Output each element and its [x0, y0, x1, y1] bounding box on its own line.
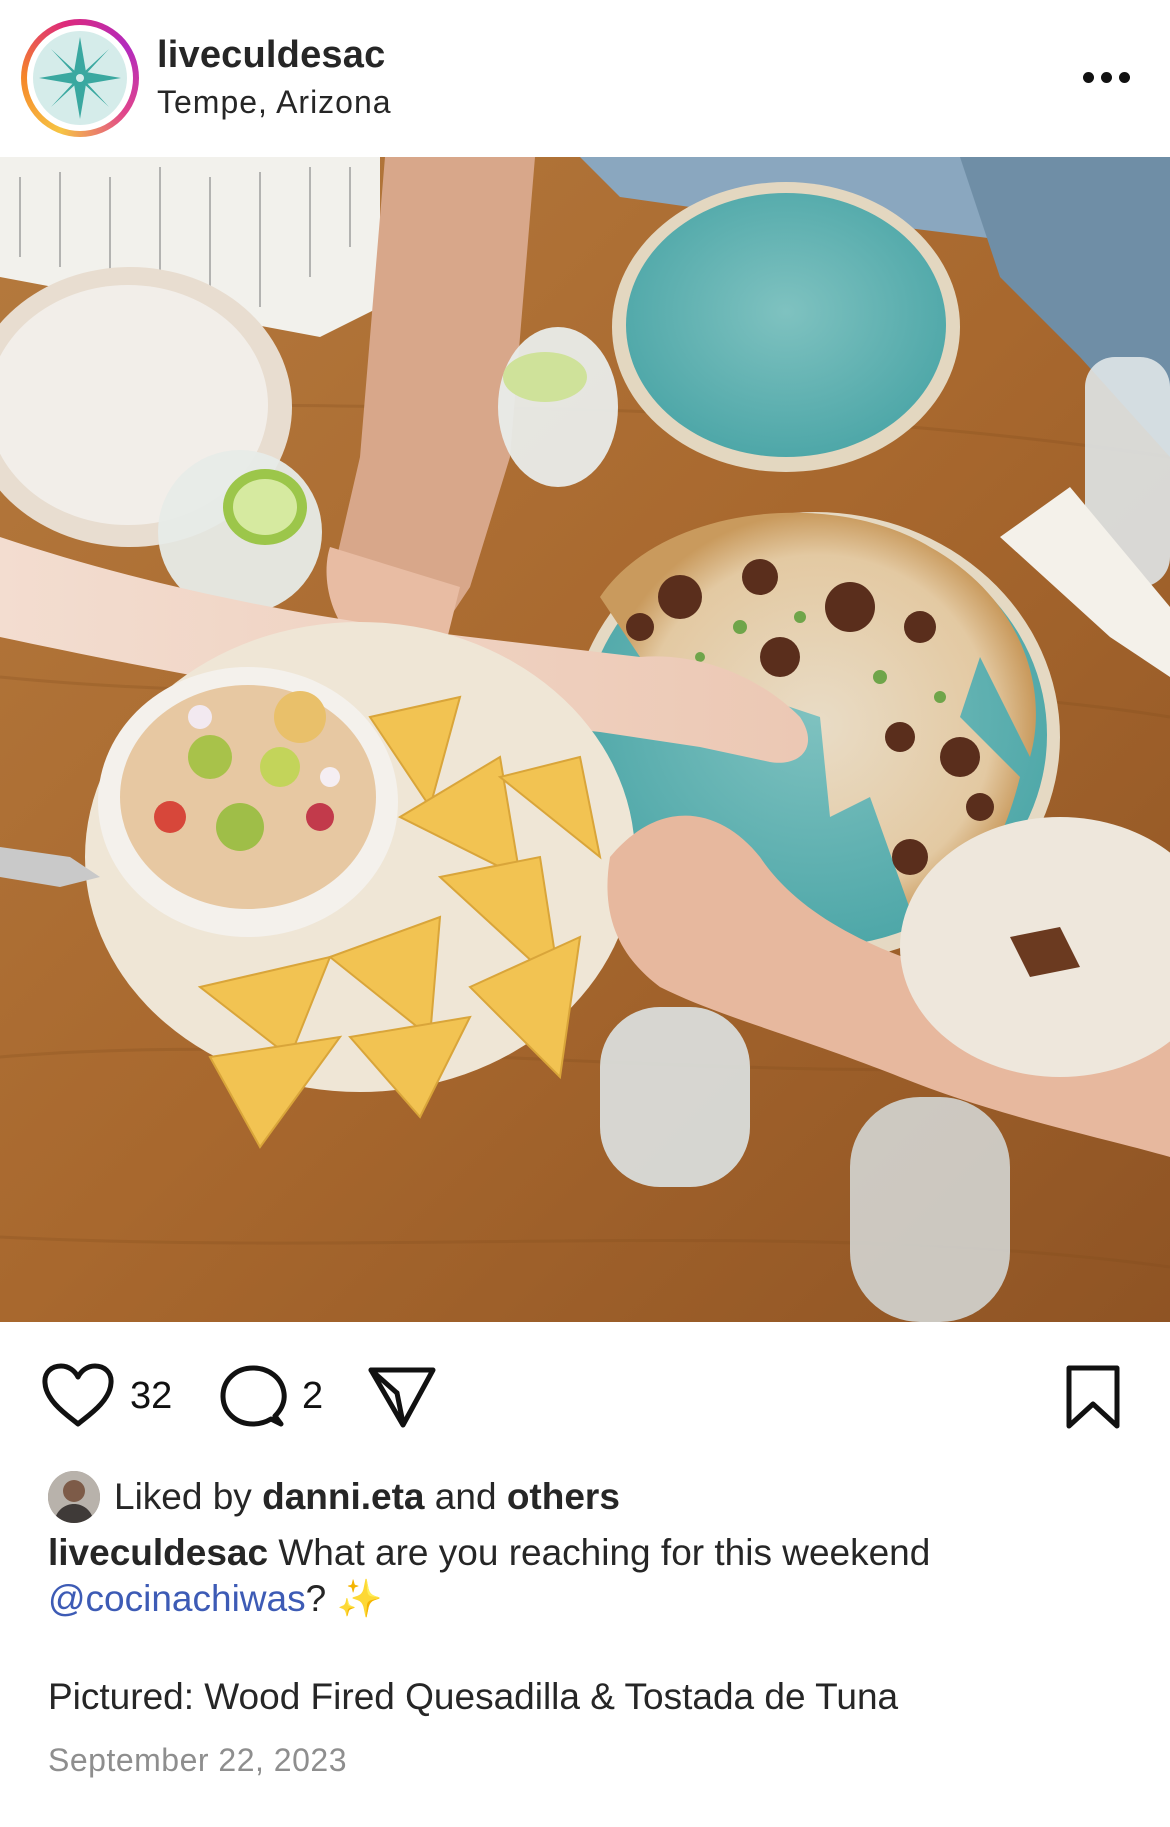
liked-by-row: Liked by danni.eta and others: [48, 1470, 1128, 1524]
heart-icon: [42, 1363, 114, 1427]
liker-username[interactable]: danni.eta: [262, 1476, 424, 1517]
caption-mention[interactable]: @cocinachiwas: [48, 1578, 306, 1619]
caption-author[interactable]: liveculdesac: [48, 1532, 268, 1573]
comment-button[interactable]: [219, 1364, 287, 1430]
caption-pictured-line: Pictured: Wood Fired Quesadilla & Tostad…: [48, 1676, 899, 1717]
likes-others-link[interactable]: others: [507, 1476, 620, 1517]
liked-by-prefix: Liked by: [114, 1476, 252, 1517]
liked-by-connector: and: [434, 1476, 497, 1517]
more-options-button[interactable]: [1075, 58, 1135, 94]
sparkles-emoji: ✨: [336, 1578, 383, 1619]
share-button[interactable]: [367, 1365, 437, 1429]
compass-star-icon: [39, 37, 121, 119]
liker-avatar[interactable]: [48, 1471, 100, 1523]
save-button[interactable]: [1065, 1364, 1121, 1430]
person-icon: [48, 1471, 100, 1523]
post-caption: liveculdesac What are you reaching for t…: [48, 1530, 1128, 1622]
bookmark-icon: [1066, 1365, 1120, 1429]
caption-suffix: ?: [305, 1578, 327, 1619]
comment-bubble-icon: [220, 1365, 287, 1427]
liked-by-text: Liked by danni.eta and others: [114, 1476, 620, 1518]
like-button[interactable]: [40, 1362, 116, 1430]
caption-text: What are you reaching for this weekend: [278, 1532, 931, 1573]
profile-avatar[interactable]: [21, 19, 139, 137]
post-photo[interactable]: [0, 157, 1170, 1322]
paper-plane-icon: [368, 1367, 436, 1428]
like-count[interactable]: 32: [130, 1375, 172, 1418]
post-header: liveculdesac Tempe, Arizona: [0, 0, 1170, 157]
post-date: September 22, 2023: [48, 1742, 347, 1778]
post-actions: 32 2: [0, 1322, 1170, 1462]
comment-count[interactable]: 2: [302, 1375, 323, 1418]
post-username[interactable]: liveculdesac: [157, 34, 385, 77]
post-location[interactable]: Tempe, Arizona: [157, 84, 392, 121]
food-photo-illustration: [0, 157, 1170, 1322]
